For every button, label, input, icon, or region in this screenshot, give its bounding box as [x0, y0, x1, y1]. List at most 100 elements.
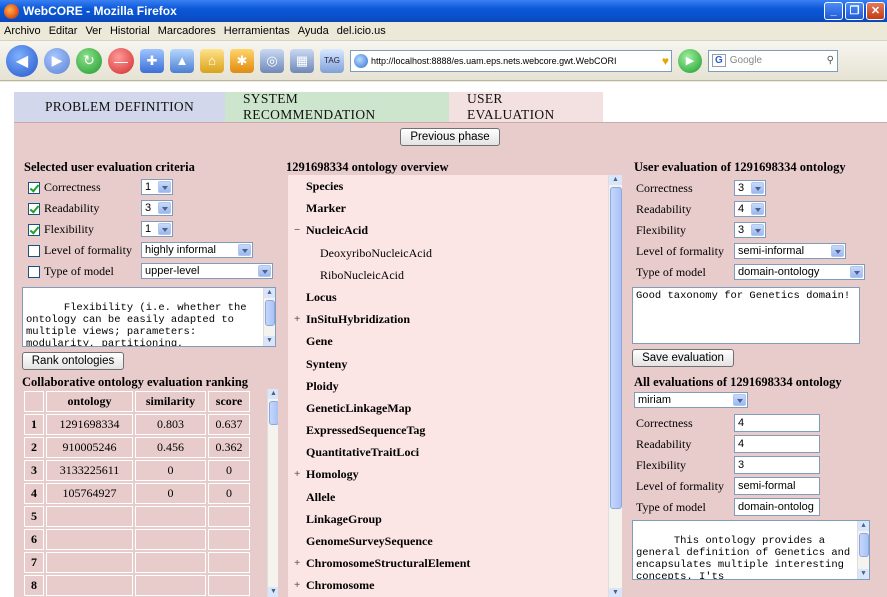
all-eval-formality-field[interactable]: semi-formal [734, 477, 820, 495]
all-eval-correctness-field[interactable]: 4 [734, 414, 820, 432]
stop-icon[interactable]: — [108, 47, 134, 74]
tree-item[interactable]: GeneticLinkageMap [288, 397, 608, 419]
table-row[interactable]: 6 [24, 529, 250, 550]
tree-item[interactable]: QuantitativeTraitLoci [288, 441, 608, 463]
collapse-icon[interactable]: − [294, 219, 300, 241]
tree-item[interactable]: Species [288, 175, 608, 197]
tree-item[interactable]: RiboNucleicAcid [288, 264, 608, 286]
user-eval-readability-select[interactable]: 4 [734, 201, 766, 217]
readability-checkbox[interactable] [28, 203, 40, 215]
table-row[interactable]: 4 105764927 0 0 [24, 483, 250, 504]
reload-icon[interactable]: ↻ [76, 47, 102, 74]
user-eval-correctness-select[interactable]: 3 [734, 180, 766, 196]
tree-item[interactable]: ExpressedSequenceTag [288, 419, 608, 441]
tab-system-recommendation[interactable]: SYSTEM RECOMMENDATION [225, 91, 449, 122]
tree-item[interactable]: + InSituHybridization [288, 308, 608, 330]
go-icon[interactable]: ▶ [678, 48, 702, 73]
menu-archivo[interactable]: Archivo [4, 25, 41, 37]
scroll-thumb[interactable] [859, 533, 869, 557]
menu-delicious[interactable]: del.icio.us [337, 25, 386, 37]
tree-item[interactable]: LinkageGroup [288, 508, 608, 530]
all-eval-readability-field[interactable]: 4 [734, 435, 820, 453]
minimize-icon[interactable]: _ [824, 2, 843, 20]
tree-item[interactable]: Gene [288, 330, 608, 352]
comment-scrollbar[interactable]: ▲ ▼ [857, 521, 869, 579]
search-bar[interactable]: G Google ⚲ [708, 49, 838, 72]
table-row[interactable]: 3 3133225611 0 0 [24, 460, 250, 481]
evaluator-select[interactable]: miriam [634, 392, 748, 408]
tag-icon[interactable]: TAG [320, 48, 344, 73]
tree-item[interactable]: Synteny [288, 353, 608, 375]
tree-item[interactable]: Marker [288, 197, 608, 219]
save-evaluation-button[interactable]: Save evaluation [632, 349, 734, 367]
maximize-icon[interactable]: ❐ [845, 2, 864, 20]
table-row[interactable]: 5 [24, 506, 250, 527]
table-row[interactable]: 7 [24, 552, 250, 573]
tree-item[interactable]: + Homology [288, 463, 608, 485]
tree-item[interactable]: Ploidy [288, 375, 608, 397]
rank-ontologies-button[interactable]: Rank ontologies [22, 352, 124, 370]
user-eval-flexibility-select[interactable]: 3 [734, 222, 766, 238]
tree-item[interactable]: GenomeSurveySequence [288, 530, 608, 552]
tree-item[interactable]: Allele [288, 486, 608, 508]
type-of-model-select[interactable]: upper-level [141, 263, 273, 279]
level-of-formality-select[interactable]: highly informal [141, 242, 253, 258]
table-row[interactable]: 1 1291698334 0.803 0.637 [24, 414, 250, 435]
back-icon[interactable]: ◀ [6, 44, 38, 77]
user-comment-textarea[interactable]: Good taxonomy for Genetics domain! [632, 287, 860, 344]
tree-item[interactable]: + Chromosome [288, 574, 608, 596]
expand-icon[interactable]: + [294, 552, 300, 574]
scroll-thumb[interactable] [269, 401, 278, 425]
tab-user-evaluation[interactable]: USER EVALUATION [449, 91, 603, 122]
scroll-down-icon[interactable]: ▼ [268, 587, 278, 597]
scroll-up-icon[interactable]: ▲ [609, 175, 622, 185]
all-eval-comment-textarea[interactable]: This ontology provides a general definit… [632, 520, 870, 580]
scroll-up-icon[interactable]: ▲ [264, 288, 275, 298]
menu-ver[interactable]: Ver [85, 25, 102, 37]
tree-item[interactable]: + ChromosomeStructuralElement [288, 552, 608, 574]
expand-icon[interactable]: + [294, 463, 300, 485]
description-scrollbar[interactable]: ▲ ▼ [263, 288, 275, 346]
close-icon[interactable]: ✕ [866, 2, 885, 20]
ranking-scrollbar[interactable]: ▲ ▼ [267, 389, 278, 597]
menu-historial[interactable]: Historial [110, 25, 150, 37]
tree-item[interactable]: − NucleicAcid [288, 219, 608, 241]
correctness-checkbox[interactable] [28, 182, 40, 194]
user-eval-model-select[interactable]: domain-ontology [734, 264, 865, 280]
scroll-thumb[interactable] [265, 300, 275, 326]
previous-phase-button[interactable]: Previous phase [400, 128, 500, 146]
scroll-down-icon[interactable]: ▼ [858, 569, 869, 579]
tab-problem-definition[interactable]: PROBLEM DEFINITION [14, 92, 225, 122]
scroll-thumb[interactable] [610, 187, 622, 509]
type-of-model-checkbox[interactable] [28, 266, 40, 278]
menu-marcadores[interactable]: Marcadores [158, 25, 216, 37]
flexibility-checkbox[interactable] [28, 224, 40, 236]
user-eval-formality-select[interactable]: semi-informal [734, 243, 846, 259]
ontology-tree-scrollbar[interactable]: ▲ ▼ [608, 175, 622, 597]
flexibility-select[interactable]: 1 [141, 221, 173, 237]
address-bar[interactable]: http://localhost:8888/es.uam.eps.nets.we… [350, 49, 672, 72]
table-row[interactable]: 8 [24, 575, 250, 596]
scroll-down-icon[interactable]: ▼ [609, 588, 622, 597]
sidebar-icon[interactable]: ▦ [290, 48, 314, 73]
scroll-up-icon[interactable]: ▲ [268, 389, 278, 399]
car-icon[interactable]: ▲ [170, 48, 194, 73]
home-icon[interactable]: ⌂ [200, 48, 224, 73]
search-icon[interactable]: ⚲ [827, 55, 837, 66]
expand-icon[interactable]: + [294, 574, 300, 596]
bookmark-add-icon[interactable]: ✚ [140, 48, 164, 73]
level-of-formality-checkbox[interactable] [28, 245, 40, 257]
menu-editar[interactable]: Editar [49, 25, 78, 37]
forward-icon[interactable]: ▶ [44, 47, 70, 74]
history-icon[interactable]: ◎ [260, 48, 284, 73]
readability-select[interactable]: 3 [141, 200, 173, 216]
bookmark-star-icon[interactable]: ♥ [662, 54, 671, 68]
menu-herramientas[interactable]: Herramientas [224, 25, 290, 37]
google-icon[interactable]: G [712, 54, 726, 67]
tree-item[interactable]: DeoxyriboNucleicAcid [288, 242, 608, 264]
lightbulb-icon[interactable]: ✱ [230, 48, 254, 73]
all-eval-model-field[interactable]: domain-ontolog [734, 498, 820, 516]
scroll-up-icon[interactable]: ▲ [858, 521, 869, 531]
scroll-down-icon[interactable]: ▼ [264, 336, 275, 346]
correctness-select[interactable]: 1 [141, 179, 173, 195]
